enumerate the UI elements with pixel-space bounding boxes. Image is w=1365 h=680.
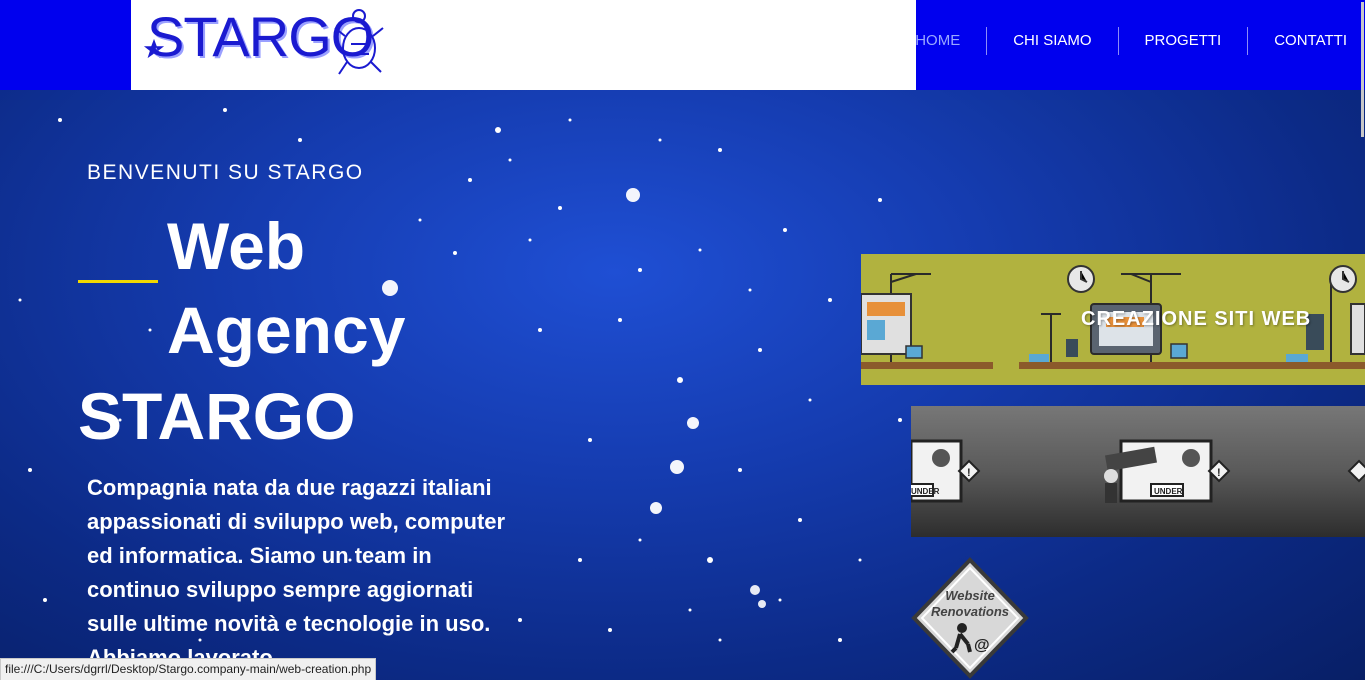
accent-line bbox=[78, 280, 158, 283]
welcome-text: BENVENUTI SU STARGO bbox=[87, 161, 364, 184]
main-nav: HOME CHI SIAMO PROGETTI CONTATTI bbox=[889, 0, 1365, 82]
nav-home[interactable]: HOME bbox=[889, 27, 986, 55]
scrollbar-thumb[interactable] bbox=[1361, 2, 1364, 137]
under-text: UNDER bbox=[911, 487, 940, 496]
nav-progetti[interactable]: PROGETTI bbox=[1117, 27, 1248, 55]
svg-text:!: ! bbox=[1217, 467, 1221, 479]
svg-text:!: ! bbox=[967, 467, 971, 479]
nav-contatti[interactable]: CONTATTI bbox=[1247, 27, 1365, 55]
hero-title: Web Agency bbox=[167, 204, 405, 372]
logo-area[interactable]: STARGO bbox=[131, 0, 916, 90]
hero-title-line2: Agency bbox=[167, 293, 406, 367]
badge-line1: Website bbox=[945, 588, 995, 603]
website-renovations-badge[interactable]: Website Renovations @ bbox=[910, 556, 1030, 680]
badge-line2: Renovations bbox=[931, 604, 1009, 619]
card-creazione-siti-web[interactable]: CREAZIONE SITI WEB bbox=[861, 254, 1365, 385]
nav-chi-siamo[interactable]: CHI SIAMO bbox=[986, 27, 1117, 55]
hero-description: Compagnia nata da due ragazzi italiani a… bbox=[87, 475, 506, 670]
browser-status-bar: file:///C:/Users/dgrrl/Desktop/Stargo.co… bbox=[0, 658, 377, 680]
top-navigation-bar: STARGO HOME CHI SIAMO PROGETTI CONTATTI bbox=[0, 0, 1365, 90]
under-construction-illustration: UNDER ! UNDER ! bbox=[911, 439, 1365, 503]
card-title: CREAZIONE SITI WEB bbox=[1081, 308, 1312, 330]
svg-text:@: @ bbox=[974, 637, 990, 654]
svg-text:UNDER: UNDER bbox=[1154, 487, 1183, 496]
card-under-construction[interactable]: UNDER ! UNDER ! bbox=[911, 406, 1365, 537]
hero-brand: STARGO bbox=[78, 379, 356, 453]
hero-title-line1: Web bbox=[167, 209, 306, 283]
turtle-icon bbox=[334, 9, 384, 75]
